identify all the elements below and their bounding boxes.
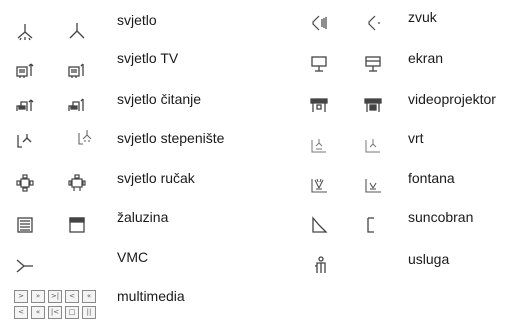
speaker-icon[interactable] (310, 14, 328, 32)
parasol-icon[interactable] (310, 216, 328, 234)
screen-icon[interactable] (310, 55, 328, 73)
previous-track-button[interactable]: |< (48, 306, 62, 319)
reading-light-icon[interactable] (16, 96, 34, 114)
garden-icon[interactable] (364, 136, 382, 154)
label-fontana: fontana (408, 170, 455, 186)
multimedia-row-2: < « |< □ || (14, 306, 96, 319)
ceiling-light-icon[interactable] (68, 22, 86, 40)
label-usluga: usluga (408, 251, 450, 267)
label-multimedia: multimedia (117, 288, 185, 304)
multimedia-controls-icon: > » >| < « < « |< □ || (14, 290, 96, 319)
label-vrt: vrt (408, 130, 424, 146)
blinds-icon[interactable] (68, 216, 86, 234)
label-zvuk: zvuk (408, 9, 437, 25)
fast-forward-button[interactable]: » (31, 290, 45, 303)
stairs-light-icon[interactable] (16, 132, 34, 150)
reading-light-icon[interactable] (68, 96, 86, 114)
label-svjetlo: svjetlo (117, 12, 157, 28)
stop-button[interactable]: □ (65, 306, 79, 319)
fast-rewind-button[interactable]: « (31, 306, 45, 319)
label-ekran: ekran (408, 50, 444, 66)
blinds-icon[interactable] (16, 216, 34, 234)
tv-light-icon[interactable] (16, 62, 34, 80)
screen-icon[interactable] (364, 55, 382, 73)
ventilation-icon[interactable] (16, 257, 34, 275)
label-suncobran: suncobran (408, 209, 474, 225)
projector-icon[interactable] (310, 96, 328, 114)
pause-button[interactable]: || (82, 306, 96, 319)
speaker-icon[interactable] (364, 14, 382, 32)
reverse-button[interactable]: < (14, 306, 28, 319)
multimedia-row-1: > » >| < « (14, 290, 96, 303)
back-button[interactable]: < (65, 290, 79, 303)
label-svjetlo-citanje: svjetlo čitanje (117, 91, 202, 107)
label-svjetlo-tv: svjetlo TV (117, 50, 179, 66)
projector-icon[interactable] (364, 96, 382, 114)
label-svjetlo-stepeniste: svjetlo stepenište (117, 130, 225, 146)
next-track-button[interactable]: >| (48, 290, 62, 303)
garden-icon[interactable] (310, 136, 328, 154)
ceiling-light-icon[interactable] (16, 23, 34, 41)
fountain-icon[interactable] (364, 176, 382, 194)
label-svjetlo-rucak: svjetlo ručak (117, 170, 195, 186)
parasol-icon[interactable] (364, 216, 382, 234)
service-person-icon[interactable] (312, 256, 330, 274)
tv-light-icon[interactable] (68, 62, 86, 80)
play-button[interactable]: > (14, 290, 28, 303)
stairs-light-icon[interactable] (77, 128, 95, 146)
dining-light-icon[interactable] (16, 174, 34, 192)
fountain-icon[interactable] (310, 176, 328, 194)
dining-light-icon[interactable] (68, 174, 86, 192)
label-videoprojektor: videoprojektor (408, 91, 496, 107)
label-vmc: VMC (117, 249, 149, 265)
label-zaluzina: žaluzina (117, 209, 169, 225)
rewind-button[interactable]: « (82, 290, 96, 303)
